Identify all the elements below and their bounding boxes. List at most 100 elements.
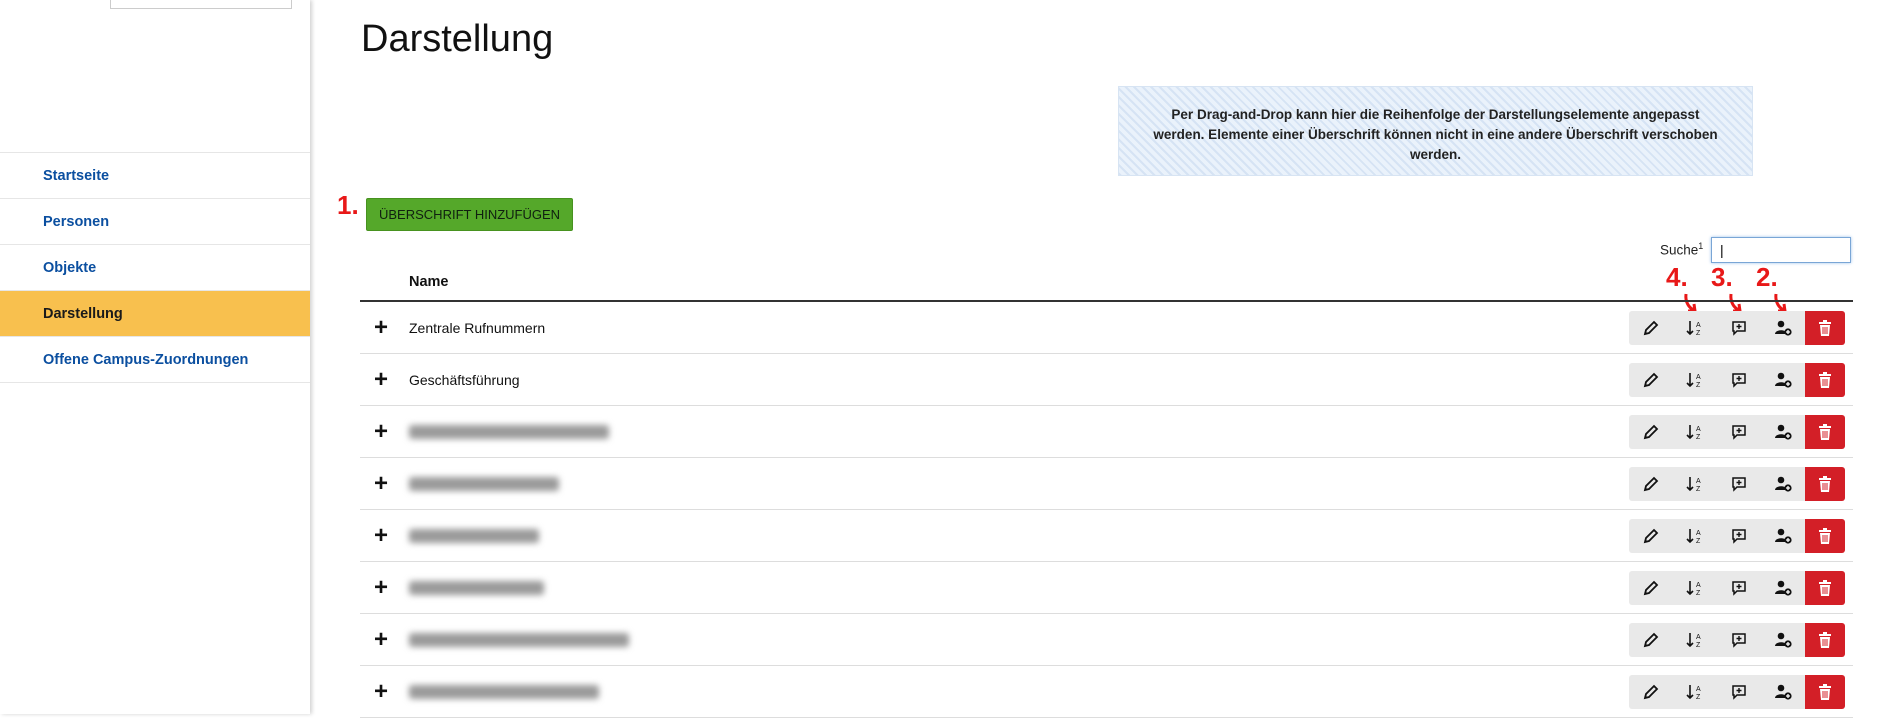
add-person-button[interactable] [1761,467,1805,501]
sidebar-item-darstellung[interactable]: Darstellung [0,291,310,337]
pencil-icon [1643,632,1659,648]
edit-button[interactable] [1629,467,1673,501]
delete-button[interactable] [1805,467,1845,501]
expand-plus-icon[interactable]: + [372,678,390,705]
add-person-button[interactable] [1761,519,1805,553]
expand-plus-icon[interactable]: + [372,574,390,601]
row-name-redacted [409,580,544,595]
svg-text:Z: Z [1696,538,1701,545]
add-comment-button[interactable] [1717,519,1761,553]
edit-button[interactable] [1629,363,1673,397]
add-comment-button[interactable] [1717,311,1761,345]
pencil-icon [1643,528,1659,544]
row-actions: AZ [1629,363,1845,397]
column-header-name: Name [409,274,449,290]
edit-button[interactable] [1629,675,1673,709]
sort-az-button[interactable]: AZ [1673,519,1717,553]
expand-plus-icon[interactable]: + [372,470,390,497]
sort-az-button[interactable]: AZ [1673,571,1717,605]
add-comment-button[interactable] [1717,415,1761,449]
sort-az-icon: AZ [1686,425,1701,441]
comment-plus-icon [1732,633,1746,648]
table-row[interactable]: + AZ [360,406,1853,458]
add-comment-button[interactable] [1717,363,1761,397]
table-row[interactable]: + AZ [360,562,1853,614]
add-person-icon [1775,632,1792,648]
edit-button[interactable] [1629,519,1673,553]
sort-az-button[interactable]: AZ [1673,363,1717,397]
comment-plus-icon [1732,425,1746,440]
svg-text:A: A [1696,582,1701,589]
pencil-icon [1643,476,1659,492]
annotation-step-1: 1. [337,190,359,220]
sort-az-button[interactable]: AZ [1673,675,1717,709]
sort-az-button[interactable]: AZ [1673,415,1717,449]
add-comment-button[interactable] [1717,571,1761,605]
add-heading-button[interactable]: ÜBERSCHRIFT HINZUFÜGEN [366,198,574,231]
sidebar-item-startseite[interactable]: Startseite [0,153,310,199]
search-footnote: 1 [1698,241,1704,251]
add-person-button[interactable] [1761,623,1805,657]
expand-plus-icon[interactable]: + [372,314,390,341]
sidebar-search-field[interactable] [110,0,292,9]
sidebar-item-objekte[interactable]: Objekte [0,245,310,291]
table-row[interactable]: + AZ [360,666,1853,718]
table-row[interactable]: + AZ [360,458,1853,510]
trash-icon [1819,320,1831,336]
add-person-icon [1775,580,1792,596]
svg-text:Z: Z [1696,382,1701,389]
table-row[interactable]: + Zentrale Rufnummern AZ [360,302,1853,354]
sort-az-icon: AZ [1686,633,1701,649]
search-input[interactable] [1711,237,1851,263]
expand-plus-icon[interactable]: + [372,522,390,549]
add-comment-button[interactable] [1717,675,1761,709]
trash-icon [1819,632,1831,648]
svg-text:Z: Z [1696,486,1701,493]
add-person-button[interactable] [1761,571,1805,605]
sidebar-nav: Startseite Personen Objekte Darstellung … [0,152,310,383]
add-person-button[interactable] [1761,415,1805,449]
add-person-button[interactable] [1761,363,1805,397]
svg-text:Z: Z [1696,330,1701,337]
add-person-button[interactable] [1761,311,1805,345]
svg-text:Z: Z [1696,434,1701,441]
trash-icon [1819,528,1831,544]
trash-icon [1819,580,1831,596]
delete-button[interactable] [1805,519,1845,553]
delete-button[interactable] [1805,571,1845,605]
info-box: Per Drag-and-Drop kann hier die Reihenfo… [1118,86,1753,176]
sidebar-item-offene-campus-zuordnungen[interactable]: Offene Campus-Zuordnungen [0,337,310,383]
trash-icon [1819,372,1831,388]
elements-table: Name + Zentrale Rufnummern AZ + Geschäft… [360,268,1853,718]
sort-az-icon: AZ [1686,477,1701,493]
sort-az-icon: AZ [1686,685,1701,701]
add-comment-button[interactable] [1717,623,1761,657]
sort-az-button[interactable]: AZ [1673,623,1717,657]
trash-icon [1819,684,1831,700]
search-label: Suche1 [1660,241,1703,258]
add-person-button[interactable] [1761,675,1805,709]
delete-button[interactable] [1805,675,1845,709]
edit-button[interactable] [1629,415,1673,449]
delete-button[interactable] [1805,311,1845,345]
row-actions: AZ [1629,311,1845,345]
sort-az-button[interactable]: AZ [1673,311,1717,345]
edit-button[interactable] [1629,571,1673,605]
svg-text:Z: Z [1696,642,1701,649]
delete-button[interactable] [1805,415,1845,449]
table-row[interactable]: + AZ [360,510,1853,562]
table-row[interactable]: + AZ [360,614,1853,666]
row-name: Zentrale Rufnummern [409,319,546,336]
edit-button[interactable] [1629,623,1673,657]
sort-az-button[interactable]: AZ [1673,467,1717,501]
delete-button[interactable] [1805,623,1845,657]
delete-button[interactable] [1805,363,1845,397]
edit-button[interactable] [1629,311,1673,345]
expand-plus-icon[interactable]: + [372,366,390,393]
add-comment-button[interactable] [1717,467,1761,501]
table-row[interactable]: + Geschäftsführung AZ [360,354,1853,406]
sidebar-item-personen[interactable]: Personen [0,199,310,245]
expand-plus-icon[interactable]: + [372,418,390,445]
comment-plus-icon [1732,477,1746,492]
expand-plus-icon[interactable]: + [372,626,390,653]
